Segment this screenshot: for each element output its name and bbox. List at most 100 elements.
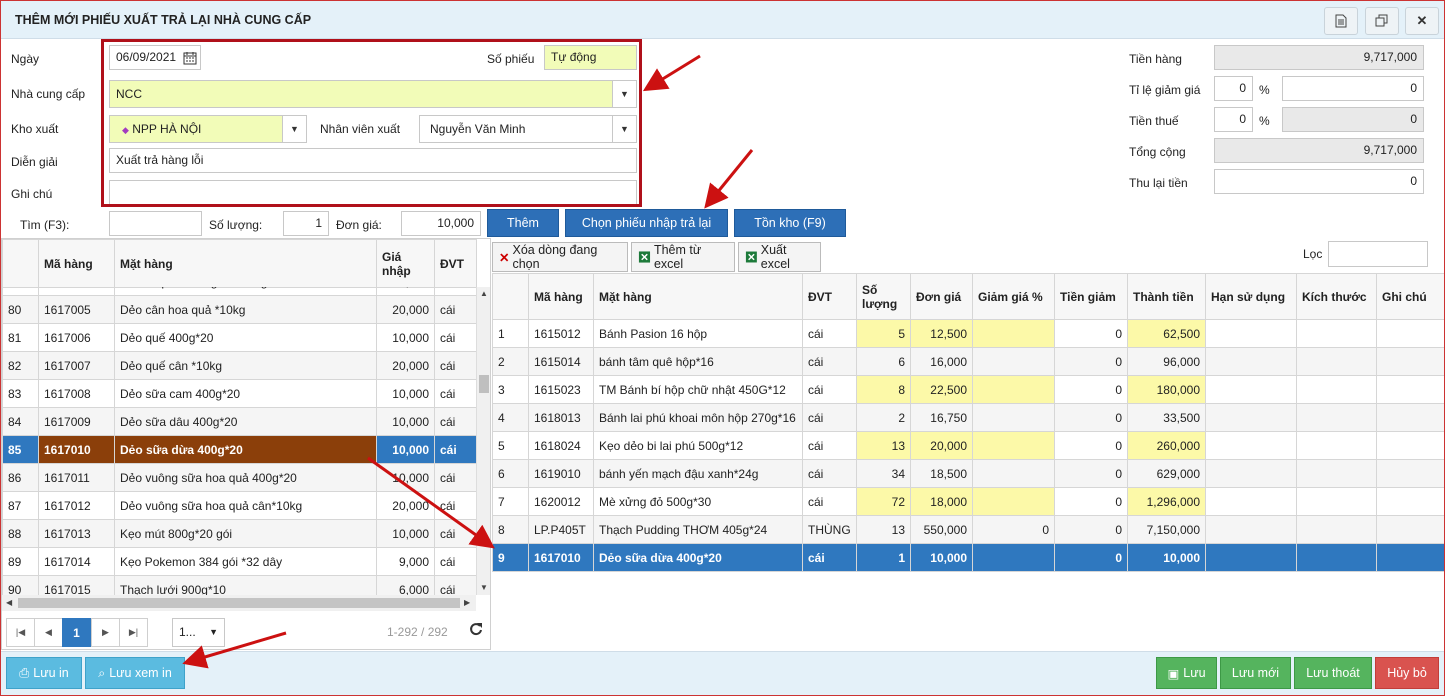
table-cell[interactable] (972, 459, 1055, 488)
table-cell[interactable] (1205, 375, 1297, 404)
tien-thue-pct-input[interactable]: 0 (1214, 107, 1253, 132)
close-button[interactable]: ✕ (1405, 7, 1439, 35)
table-row[interactable]: 83 1617008 Dẻo sữa cam 400g*20 10,000 cái (2, 379, 476, 408)
table-cell[interactable] (1376, 459, 1444, 488)
prev-page-icon[interactable]: ◀ (34, 618, 63, 647)
refresh-icon[interactable] (469, 622, 483, 639)
table-cell[interactable] (1205, 347, 1297, 376)
luu-moi-button[interactable]: Lưu mới (1220, 657, 1291, 689)
table-row[interactable]: 9 1617010 Dẻo sữa dừa 400g*20 cái 1 10,000 0 10… (492, 543, 1444, 572)
scroll-down-icon[interactable]: ▼ (480, 583, 488, 592)
table-cell[interactable] (1205, 431, 1297, 460)
table-cell[interactable]: 16,000 (910, 347, 973, 376)
chevron-down-icon[interactable]: ▼ (209, 619, 218, 646)
table-cell[interactable]: 18,000 (910, 487, 973, 516)
table-cell[interactable] (1205, 319, 1297, 348)
horizontal-scrollbar[interactable]: ◀ ▶ (2, 595, 476, 611)
table-cell[interactable] (1376, 375, 1444, 404)
table-cell[interactable]: 18,500 (910, 459, 973, 488)
table-cell[interactable] (1376, 347, 1444, 376)
them-button[interactable]: Thêm (487, 209, 559, 237)
col-ma-hang[interactable]: Mã hàng (38, 239, 115, 288)
table-cell[interactable] (1376, 543, 1444, 572)
table-cell[interactable] (1296, 319, 1377, 348)
table-cell[interactable] (1296, 487, 1377, 516)
col-dvt[interactable]: ĐVT (434, 239, 477, 288)
restore-button[interactable] (1365, 7, 1399, 35)
table-cell[interactable]: 13 (856, 515, 911, 544)
luu-xem-in-button[interactable]: ⌕ Lưu xem in (85, 657, 185, 689)
table-cell[interactable] (1296, 431, 1377, 460)
chon-phieu-button[interactable]: Chọn phiếu nhập trả lại (565, 209, 728, 237)
scroll-left-icon[interactable]: ◀ (6, 598, 12, 607)
first-page-icon[interactable]: |◀ (6, 618, 35, 647)
table-row[interactable]: 90 1617015 Thạch lưới 900g*10 6,000 cái (2, 575, 476, 595)
thu-lai-input[interactable]: 0 (1214, 169, 1424, 194)
table-cell[interactable]: 0 (972, 515, 1055, 544)
table-cell[interactable]: 22,500 (910, 375, 973, 404)
table-cell[interactable] (1296, 543, 1377, 572)
table-row[interactable]: 81 1617006 Dẻo quế 400g*20 10,000 cái (2, 323, 476, 352)
document-icon-button[interactable] (1324, 7, 1358, 35)
table-row[interactable]: 6 1619010 bánh yến mạch đậu xanh*24g cái 34 1… (492, 459, 1444, 488)
scroll-up-icon[interactable]: ▲ (480, 289, 488, 298)
table-cell[interactable] (972, 347, 1055, 376)
col-giam-gia[interactable]: Giảm giá % (972, 273, 1055, 320)
search-input[interactable] (109, 211, 202, 236)
table-cell[interactable] (1205, 459, 1297, 488)
table-row[interactable]: 86 1617011 Dẻo vuông sữa hoa quả 400g*20 10… (2, 463, 476, 492)
table-cell[interactable] (972, 375, 1055, 404)
so-luong-input[interactable]: 1 (283, 211, 329, 236)
ti-le-amount-input[interactable]: 0 (1282, 76, 1424, 101)
col-kich-thuoc[interactable]: Kích thước (1296, 273, 1377, 320)
ti-le-pct-input[interactable]: 0 (1214, 76, 1253, 101)
page-size-select[interactable]: 1... ▼ (172, 618, 225, 647)
col-mat-hang[interactable]: Mặt hàng (114, 239, 377, 288)
xuat-excel-button[interactable]: Xuất excel (738, 242, 821, 272)
current-page[interactable]: 1 (62, 618, 91, 647)
table-cell[interactable]: 550,000 (910, 515, 973, 544)
table-cell[interactable] (972, 487, 1055, 516)
table-cell[interactable] (1296, 459, 1377, 488)
table-row[interactable]: 84 1617009 Dẻo sữa dâu 400g*20 10,000 cái (2, 407, 476, 436)
col-so-luong[interactable]: Số lượng (856, 273, 911, 320)
table-cell[interactable] (972, 403, 1055, 432)
table-cell[interactable]: 10,000 (910, 543, 973, 572)
col-don-gia[interactable]: Đơn giá (910, 273, 973, 320)
table-cell[interactable]: 20,000 (910, 431, 973, 460)
col-tien-giam[interactable]: Tiền giảm (1054, 273, 1128, 320)
table-cell[interactable] (972, 431, 1055, 460)
table-row[interactable]: 7 1620012 Mè xửng đỏ 500g*30 cái 72 18,000 0 1,… (492, 487, 1444, 516)
table-row[interactable]: 5 1618024 Kẹo dẻo bi lai phú 500g*12 cái 13 2… (492, 431, 1444, 460)
table-cell[interactable]: 8 (856, 375, 911, 404)
table-cell[interactable]: 16,750 (910, 403, 973, 432)
next-page-icon[interactable]: ▶ (91, 618, 120, 647)
col-han-su-dung[interactable]: Hạn sử dụng (1205, 273, 1297, 320)
table-cell[interactable] (1376, 487, 1444, 516)
filter-input[interactable] (1328, 241, 1428, 267)
col-ghi-chu[interactable]: Ghi chú (1376, 273, 1444, 320)
table-row[interactable]: 4 1618013 Bánh lai phú khoai môn hộp 270g*… (492, 403, 1444, 432)
table-row[interactable]: 3 1615023 TM Bánh bí hộp chữ nhật 450G*12 c… (492, 375, 1444, 404)
table-cell[interactable]: 2 (856, 403, 911, 432)
table-cell[interactable]: 6 (856, 347, 911, 376)
don-gia-input[interactable]: 10,000 (401, 211, 481, 236)
huy-bo-button[interactable]: Hủy bỏ (1375, 657, 1439, 689)
table-row[interactable]: 2 1615014 bánh tâm quê hộp*16 cái 6 16,000 0 96… (492, 347, 1444, 376)
table-cell[interactable] (1376, 431, 1444, 460)
vertical-scrollbar[interactable]: ▲ ▼ (476, 287, 490, 595)
luu-thoat-button[interactable]: Lưu thoát (1294, 657, 1372, 689)
last-page-icon[interactable]: ▶| (119, 618, 148, 647)
table-row[interactable]: 80 1617005 Dẻo cân hoa quả *10kg 20,000 cái (2, 295, 476, 324)
table-cell[interactable] (1376, 403, 1444, 432)
table-cell[interactable] (972, 543, 1055, 572)
table-cell[interactable] (1205, 487, 1297, 516)
scroll-thumb[interactable] (479, 375, 489, 393)
table-cell[interactable]: 5 (856, 319, 911, 348)
them-excel-button[interactable]: Thêm từ excel (631, 242, 735, 272)
table-row[interactable]: 1 1615012 Bánh Pasion 16 hộp cái 5 12,500 0 62,… (492, 319, 1444, 348)
table-cell[interactable]: 13 (856, 431, 911, 460)
table-cell[interactable] (1376, 319, 1444, 348)
table-cell[interactable] (1205, 515, 1297, 544)
table-row[interactable]: 89 1617014 Kẹo Pokemon 384 gói *32 dây 9,00… (2, 547, 476, 576)
